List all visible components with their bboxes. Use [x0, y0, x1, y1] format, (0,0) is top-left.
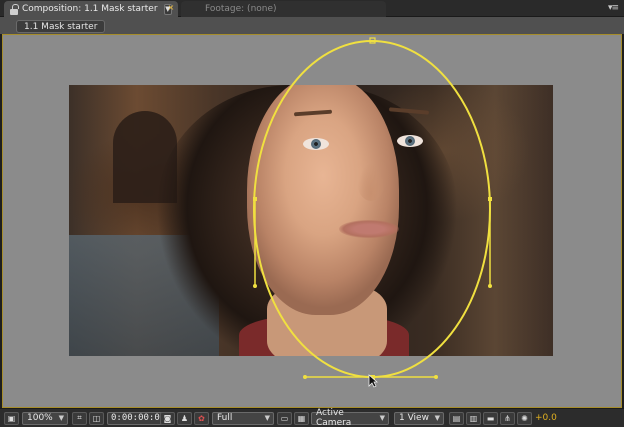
panel-tab-bar: Composition: 1.1 Mask starter ▼ × Footag… — [0, 0, 624, 17]
viewer-toolbar: ▣ 100% ▼ ⌗ ◫ 0:00:00:00 ◙ ♟ ✿ Full ▼ ▭ ▦… — [0, 408, 624, 427]
breadcrumb[interactable]: 1.1 Mask starter — [16, 20, 106, 33]
tab-footage[interactable]: Footage: (none) — [181, 1, 386, 17]
dropdown-arrow-icon: ▼ — [58, 414, 64, 422]
flowchart-icon[interactable]: ⋔ — [500, 411, 515, 425]
dropdown-arrow-icon: ▼ — [379, 414, 385, 422]
cursor-arrow-icon — [368, 374, 378, 388]
resolution-value: Full — [217, 413, 233, 423]
transparency-grid-icon[interactable]: ▦ — [294, 411, 309, 425]
roi-icon[interactable]: ▭ — [277, 411, 292, 425]
lips — [339, 220, 399, 238]
face — [247, 85, 399, 315]
left-eye — [303, 138, 329, 150]
reset-exposure-icon[interactable]: ✺ — [517, 411, 532, 425]
always-preview-icon[interactable]: ▣ — [4, 411, 19, 425]
dropdown-arrow-icon: ▼ — [434, 414, 440, 422]
snapshot-icon[interactable]: ◙ — [160, 411, 175, 425]
camera-select[interactable]: Active Camera ▼ — [311, 408, 389, 427]
camera-value: Active Camera — [316, 408, 352, 427]
panel-menu-icon[interactable]: ▾≡ — [608, 3, 619, 13]
grid-guides-icon[interactable]: ⌗ — [72, 411, 87, 425]
resolution-select[interactable]: Full ▼ — [212, 411, 274, 425]
tab-composition[interactable]: Composition: 1.1 Mask starter ▼ × — [4, 1, 178, 17]
mask-visibility-icon[interactable]: ◫ — [89, 411, 104, 425]
toggle-pixel-aspect-icon[interactable]: ▤ — [449, 411, 464, 425]
lock-icon[interactable] — [10, 3, 19, 15]
show-snapshot-icon[interactable]: ♟ — [177, 411, 192, 425]
nose — [357, 163, 385, 201]
view-layout-select[interactable]: 1 View ▼ — [394, 411, 444, 425]
color-channel-icon[interactable]: ✿ — [194, 411, 209, 425]
exposure-value[interactable]: +0.0 — [535, 413, 557, 423]
tab-composition-title: Composition: 1.1 Mask starter — [22, 4, 158, 14]
magnification-select[interactable]: 100% ▼ — [22, 411, 68, 425]
dropdown-arrow-icon: ▼ — [264, 414, 270, 422]
footage-layer[interactable] — [69, 85, 553, 356]
tab-footage-title: Footage: (none) — [205, 4, 277, 14]
composition-navigator: 1.1 Mask starter — [0, 17, 624, 34]
tab-close-icon[interactable]: × — [167, 4, 175, 12]
view-layout-value: 1 View — [399, 413, 429, 423]
right-eye — [397, 135, 423, 147]
timeline-icon[interactable]: ▬ — [483, 411, 498, 425]
magnification-value: 100% — [27, 413, 53, 423]
fast-previews-icon[interactable]: ▥ — [466, 411, 481, 425]
